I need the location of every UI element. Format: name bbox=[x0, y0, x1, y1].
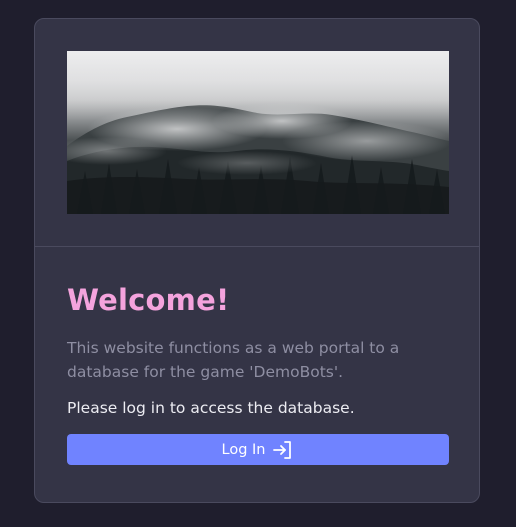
hero-image bbox=[67, 51, 449, 214]
login-prompt: Please log in to access the database. bbox=[67, 399, 355, 417]
login-button-label: Log In bbox=[221, 441, 266, 458]
login-icon bbox=[272, 439, 294, 461]
welcome-description: This website functions as a web portal t… bbox=[67, 339, 400, 381]
card-body: Welcome! This website functions as a web… bbox=[67, 281, 449, 465]
welcome-title: Welcome! bbox=[67, 283, 230, 317]
hero-section bbox=[35, 19, 479, 247]
login-button[interactable]: Log In bbox=[67, 434, 449, 465]
card-divider bbox=[35, 246, 479, 247]
forest-mist-illustration bbox=[67, 51, 449, 214]
welcome-card: Welcome! This website functions as a web… bbox=[34, 18, 480, 503]
